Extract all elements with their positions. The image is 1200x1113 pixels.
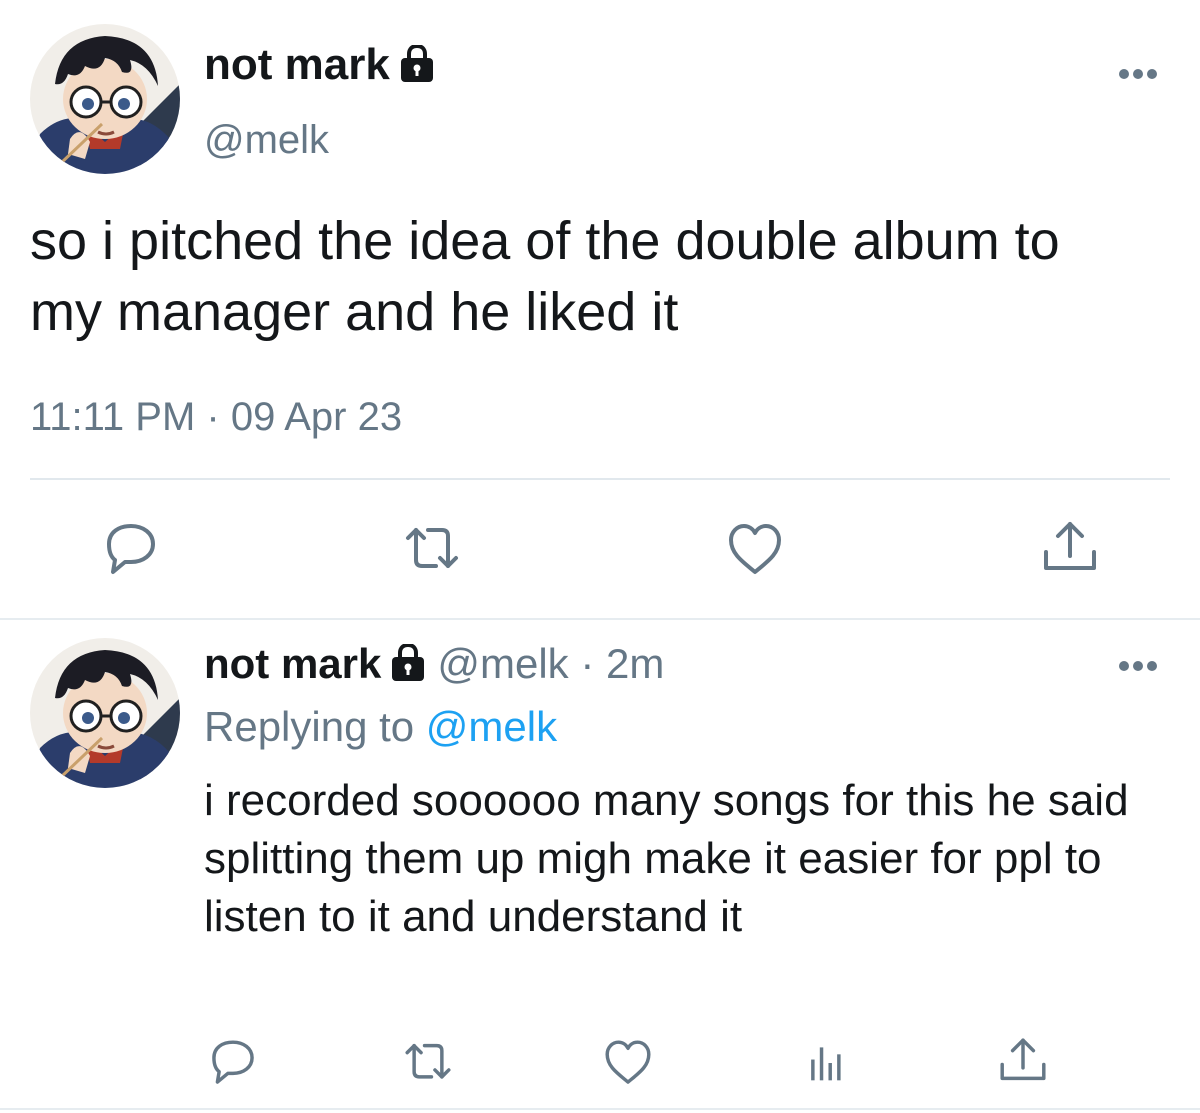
replying-prefix: Replying to <box>204 703 415 750</box>
reply-icon[interactable] <box>99 520 163 585</box>
lock-icon <box>398 44 436 94</box>
divider <box>30 478 1170 480</box>
replying-to: Replying to @melk <box>204 703 557 751</box>
analytics-icon[interactable] <box>797 1037 853 1094</box>
like-icon[interactable] <box>600 1037 656 1094</box>
retweet-icon[interactable] <box>400 1037 456 1094</box>
display-name[interactable]: not mark <box>204 40 436 94</box>
section-divider <box>0 1108 1200 1110</box>
reply-header[interactable]: not mark @melk · 2m <box>204 640 664 692</box>
more-icon[interactable] <box>1118 67 1158 85</box>
like-icon[interactable] <box>723 520 787 585</box>
section-divider <box>0 618 1200 620</box>
reply-handle-time[interactable]: @melk · 2m <box>437 640 664 687</box>
share-icon[interactable] <box>1038 518 1102 583</box>
reply-display-name[interactable]: not mark <box>204 640 381 687</box>
replying-mention[interactable]: @melk <box>426 703 557 750</box>
share-icon[interactable] <box>995 1035 1051 1092</box>
lock-icon <box>389 643 427 692</box>
retweet-icon[interactable] <box>400 520 464 585</box>
reply-icon[interactable] <box>205 1037 261 1094</box>
more-icon[interactable] <box>1118 659 1158 677</box>
tweet-text: so i pitched the idea of the double albu… <box>30 211 1060 342</box>
handle[interactable]: @melk <box>204 118 329 163</box>
timestamp[interactable]: 11:11 PM · 09 Apr 23 <box>30 395 402 440</box>
avatar[interactable] <box>30 24 180 174</box>
reply-avatar[interactable] <box>30 638 180 788</box>
reply-text: i recorded soooooo many songs for this h… <box>204 776 1129 941</box>
display-name-text: not mark <box>204 40 390 89</box>
